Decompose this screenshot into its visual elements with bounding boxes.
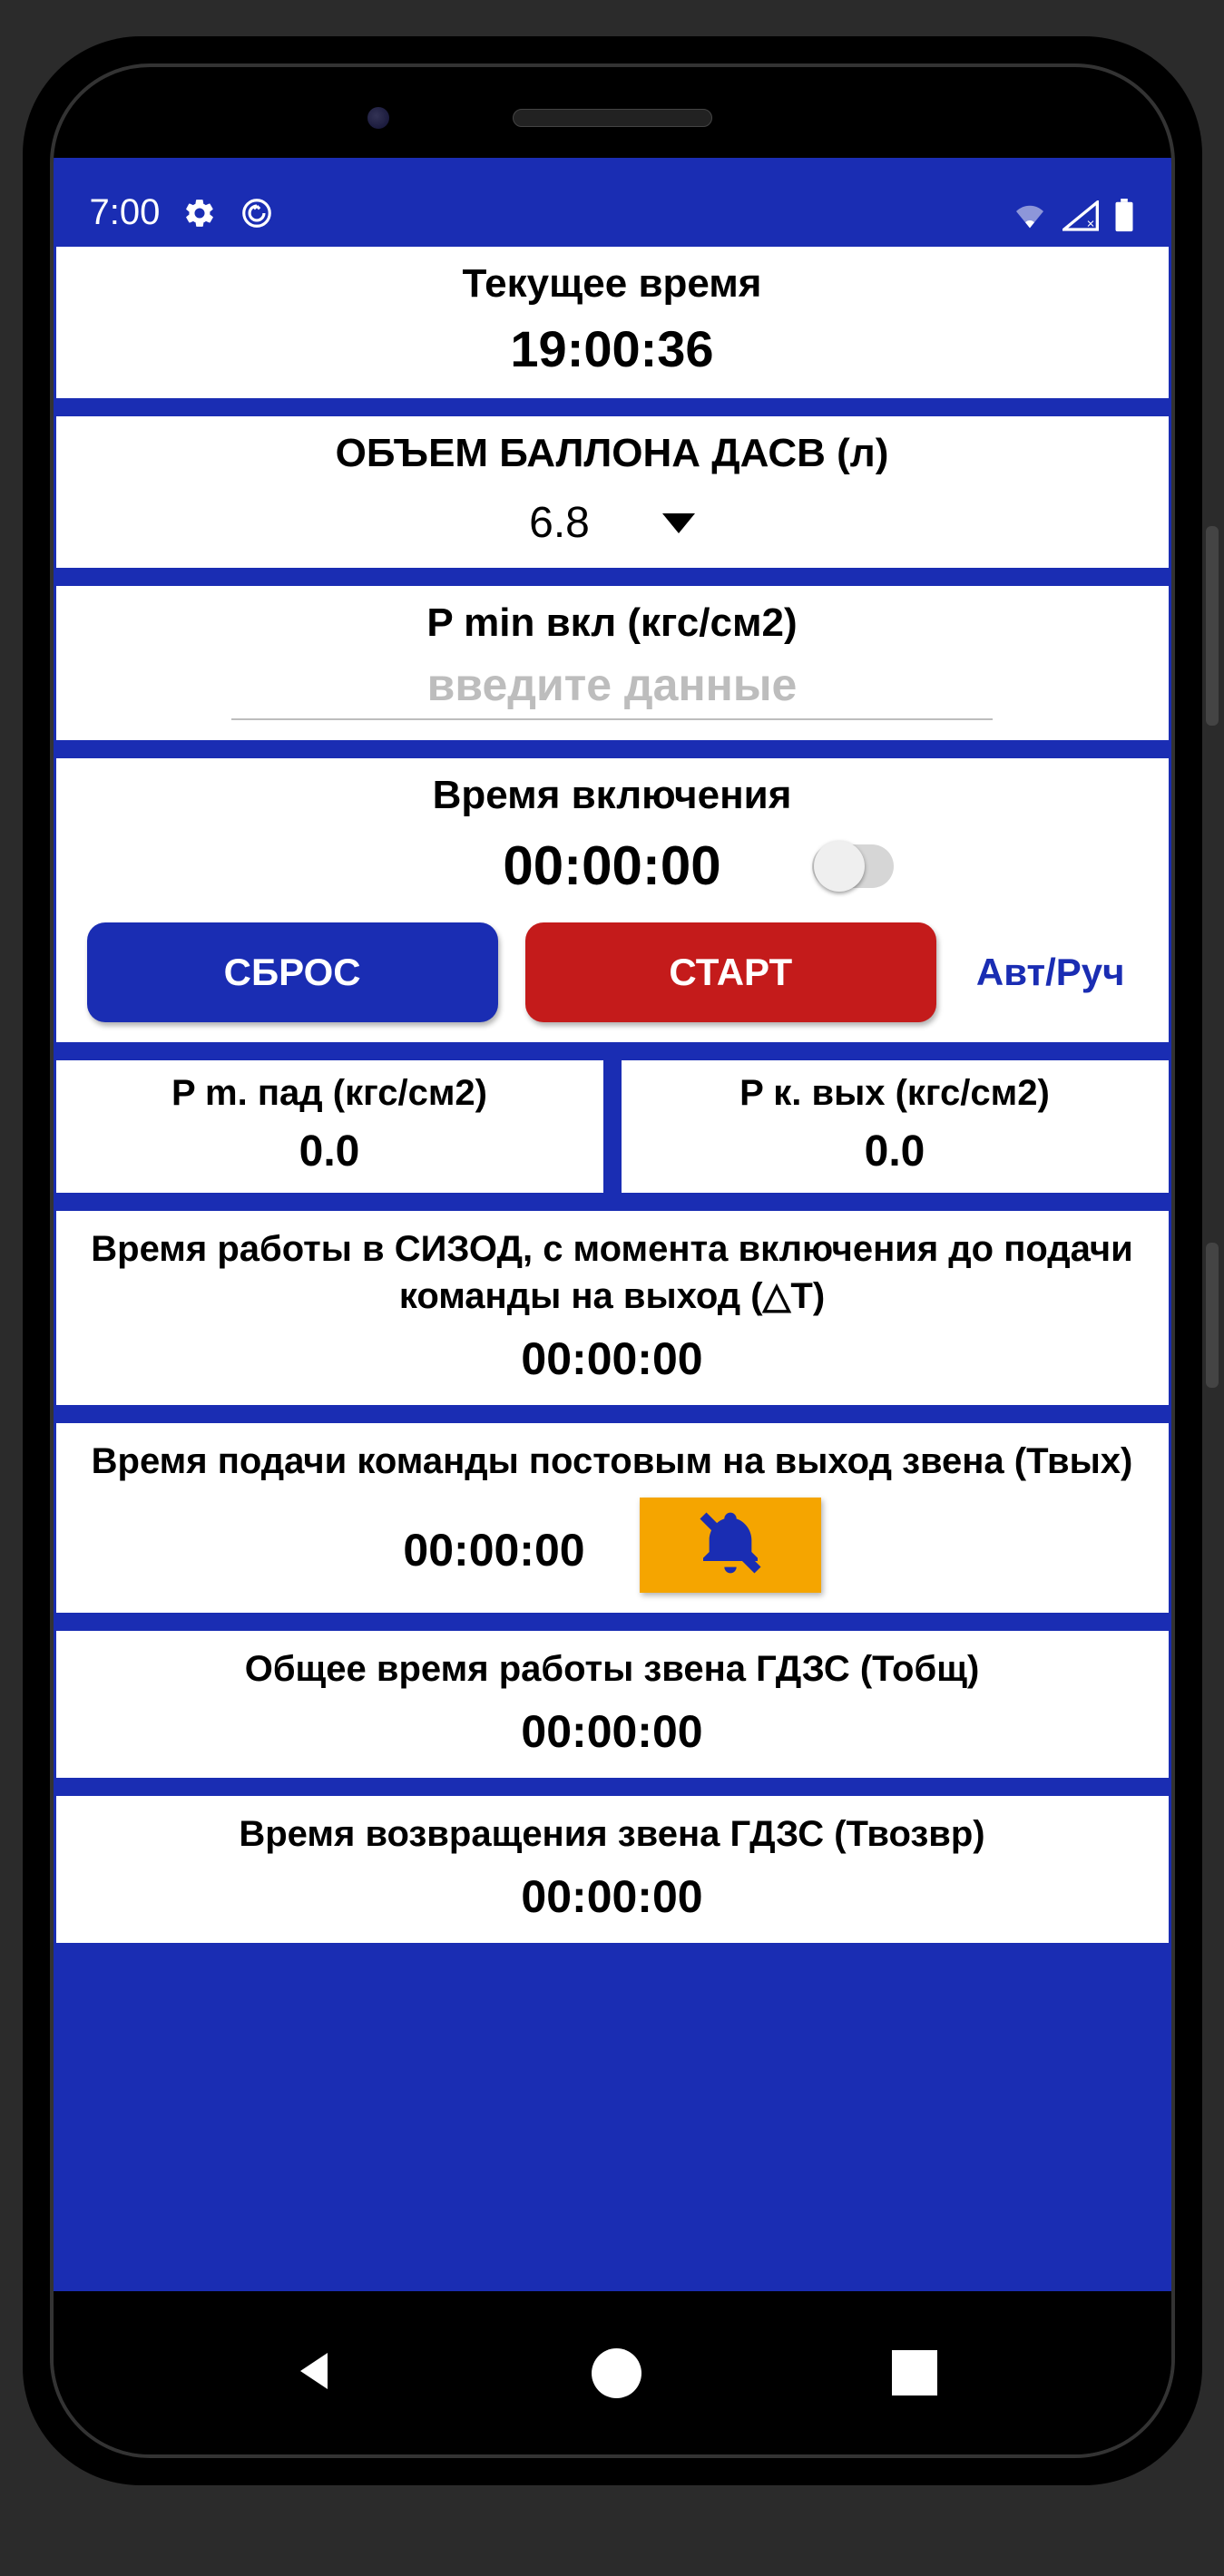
- side-button: [1206, 1243, 1219, 1388]
- wifi-icon: [1012, 200, 1048, 231]
- exit-cmd-value: 00:00:00: [403, 1524, 584, 1576]
- bell-button[interactable]: [640, 1498, 821, 1593]
- exit-cmd-label: Время подачи команды постовым на выход з…: [69, 1438, 1156, 1485]
- cylinder-volume-card: ОБЪЕМ БАЛЛОНА ДАСВ (л) 6.8: [54, 414, 1171, 571]
- return-time-card: Время возвращения звена ГДЗС (Твозвр) 00…: [54, 1793, 1171, 1946]
- mode-label: Авт/Руч: [964, 951, 1138, 994]
- pm-pad-label: P m. пад (кгс/см2): [64, 1073, 596, 1114]
- cylinder-volume-label: ОБЪЕМ БАЛЛОНА ДАСВ (л): [69, 431, 1156, 476]
- exit-cmd-card: Время подачи команды постовым на выход з…: [54, 1420, 1171, 1615]
- nav-back-icon[interactable]: [287, 2344, 341, 2403]
- svg-text:×: ×: [1086, 216, 1094, 231]
- work-time-value: 00:00:00: [69, 1332, 1156, 1385]
- gear-icon: [182, 196, 217, 230]
- cylinder-volume-dropdown[interactable]: 6.8: [529, 498, 695, 548]
- phone-frame: 7:00 × Т: [23, 36, 1202, 2485]
- return-time-label: Время возвращения звена ГДЗС (Твозвр): [69, 1810, 1156, 1858]
- cylinder-volume-value: 6.8: [529, 498, 590, 548]
- phone-speaker: [513, 109, 712, 127]
- phone-camera: [367, 107, 389, 129]
- pmin-input[interactable]: введите данные: [231, 659, 993, 720]
- status-time: 7:00: [90, 192, 161, 233]
- activation-time-card: Время включения 00:00:00 СБРОС СТАРТ Авт…: [54, 756, 1171, 1045]
- side-button: [1206, 526, 1219, 726]
- current-time-label: Текущее время: [69, 261, 1156, 307]
- reset-button[interactable]: СБРОС: [87, 922, 498, 1022]
- pmin-card: P min вкл (кгс/см2) введите данные: [54, 583, 1171, 743]
- return-time-value: 00:00:00: [69, 1870, 1156, 1923]
- nav-home-icon[interactable]: [592, 2348, 641, 2398]
- pk-vyh-label: P к. вых (кгс/см2): [629, 1073, 1161, 1114]
- app-body: Текущее время 19:00:36 ОБЪЕМ БАЛЛОНА ДАС…: [54, 244, 1171, 2291]
- bell-off-icon: [694, 1507, 767, 1584]
- start-button-label: СТАРТ: [669, 951, 792, 994]
- android-nav-bar: [54, 2291, 1171, 2454]
- total-time-value: 00:00:00: [69, 1705, 1156, 1758]
- signal-icon: ×: [1062, 200, 1099, 231]
- activation-time-value: 00:00:00: [503, 834, 720, 897]
- battery-icon: [1113, 199, 1135, 233]
- screen: 7:00 × Т: [50, 63, 1175, 2458]
- nav-recent-icon[interactable]: [892, 2350, 937, 2395]
- current-time-card: Текущее время 19:00:36: [54, 244, 1171, 401]
- work-time-card: Время работы в СИЗОД, с момента включени…: [54, 1208, 1171, 1408]
- pk-vyh-value: 0.0: [629, 1127, 1161, 1176]
- activation-time-label: Время включения: [69, 773, 1156, 818]
- pm-pad-card: P m. пад (кгс/см2) 0.0: [54, 1058, 606, 1195]
- total-time-card: Общее время работы звена ГДЗС (Тобщ) 00:…: [54, 1628, 1171, 1781]
- status-bar: 7:00 ×: [54, 158, 1171, 244]
- start-button[interactable]: СТАРТ: [525, 922, 936, 1022]
- pk-vyh-card: P к. вых (кгс/см2) 0.0: [619, 1058, 1171, 1195]
- update-icon: [240, 196, 274, 230]
- reset-button-label: СБРОС: [224, 951, 361, 994]
- mode-toggle[interactable]: [812, 844, 894, 888]
- pmin-label: P min вкл (кгс/см2): [69, 600, 1156, 646]
- current-time-value: 19:00:36: [69, 319, 1156, 378]
- chevron-down-icon: [662, 513, 695, 533]
- total-time-label: Общее время работы звена ГДЗС (Тобщ): [69, 1645, 1156, 1693]
- work-time-label: Время работы в СИЗОД, с момента включени…: [69, 1225, 1156, 1320]
- pm-pad-value: 0.0: [64, 1127, 596, 1176]
